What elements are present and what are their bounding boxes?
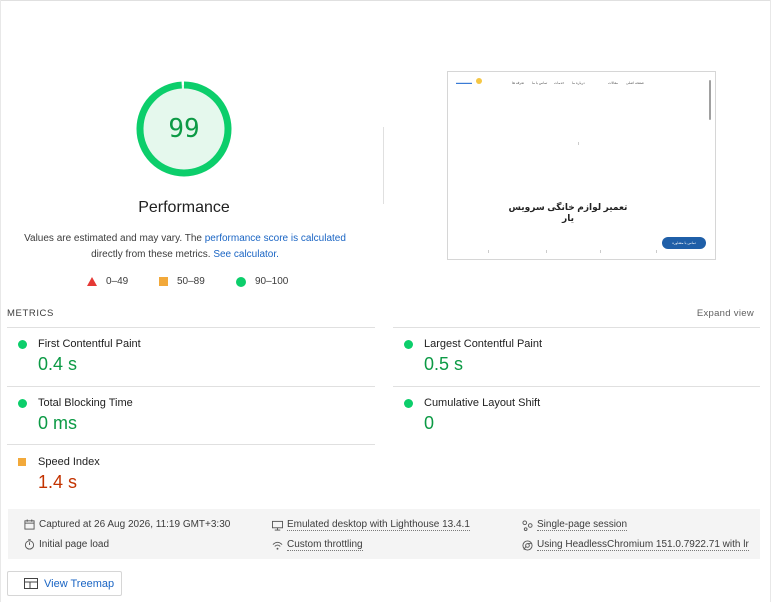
- treemap-label: View Treemap: [44, 577, 115, 590]
- performance-gauge[interactable]: 99: [136, 81, 232, 177]
- load-text: Initial page load: [39, 539, 110, 550]
- legend-pass-label: 90–100: [255, 276, 289, 287]
- browser-text: Using HeadlessChromium 151.0.7922.71 wit…: [537, 539, 749, 551]
- session-type[interactable]: Single-page session: [522, 519, 628, 531]
- score-description: Values are estimated and may vary. The p…: [20, 231, 350, 263]
- gauge-title: Performance: [138, 199, 230, 216]
- thumb-nav-item: تماس با ما: [532, 81, 548, 85]
- metric-name: Cumulative Layout Shift: [424, 397, 541, 409]
- captured-text: Captured at 26 Aug 2026, 11:19 GMT+3:30: [39, 519, 231, 530]
- throttling[interactable]: Custom throttling: [272, 539, 363, 551]
- metric-value: 0.4 s: [38, 354, 78, 374]
- pass-icon: [404, 340, 413, 349]
- legend-pass: 90–100: [236, 276, 288, 287]
- thumb-button: تماس با مشاوره: [662, 237, 706, 249]
- view-treemap-button[interactable]: View Treemap: [7, 571, 122, 596]
- metric-fcp: First Contentful Paint 0.4 s: [7, 338, 375, 383]
- thumb-nav-item: درباره ما: [572, 81, 585, 85]
- average-icon: [18, 458, 26, 466]
- metric-cls: Cumulative Layout Shift 0: [393, 397, 760, 442]
- left-border: [0, 0, 1, 602]
- thumb-dot: [600, 250, 601, 253]
- score-calculated-link[interactable]: performance score is calculated: [205, 233, 346, 244]
- metric-name: First Contentful Paint: [38, 338, 141, 350]
- legend-fail: 0–49: [87, 276, 128, 287]
- metric-name: Speed Index: [38, 456, 100, 468]
- pass-icon: [18, 340, 27, 349]
- pass-icon: [18, 399, 27, 408]
- description-middle: directly from these metrics.: [91, 249, 214, 260]
- thumb-logo-icon: [476, 78, 482, 84]
- thumb-nav-item: خدمات: [554, 81, 565, 85]
- description-prefix: Values are estimated and may vary. The: [24, 233, 205, 244]
- session-text: Single-page session: [537, 519, 628, 531]
- runtime-settings: Captured at 26 Aug 2026, 11:19 GMT+3:30 …: [8, 509, 760, 559]
- thumb-dot: [488, 250, 489, 253]
- thumb-dot: [656, 250, 657, 253]
- metrics-divider: [7, 327, 375, 328]
- thumb-nav-item: تعرفه ها: [512, 81, 525, 85]
- final-screenshot[interactable]: ▬▬▬▬ تعرفه ها تماس با ما خدمات درباره ما…: [447, 71, 716, 260]
- device-text: Emulated desktop with Lighthouse 13.4.1: [287, 519, 470, 531]
- emulated-device[interactable]: Emulated desktop with Lighthouse 13.4.1: [272, 519, 470, 531]
- thumb-logo: ▬▬▬▬: [456, 80, 472, 85]
- pass-icon: [404, 399, 413, 408]
- captured-time: Captured at 26 Aug 2026, 11:19 GMT+3:30: [24, 519, 230, 530]
- thumb-dot: [578, 142, 579, 145]
- top-border: [0, 0, 771, 1]
- triangle-icon: [87, 277, 97, 286]
- chrome-icon: [522, 539, 533, 551]
- session-icon: [522, 519, 533, 531]
- expand-view-toggle[interactable]: Expand view: [697, 308, 754, 319]
- legend-fail-label: 0–49: [106, 276, 129, 287]
- metric-value: 0.5 s: [424, 354, 464, 374]
- see-calculator-link[interactable]: See calculator.: [213, 249, 279, 260]
- metric-value: 1.4 s: [38, 472, 78, 492]
- desktop-icon: [272, 520, 283, 531]
- browser-info[interactable]: Using HeadlessChromium 151.0.7922.71 wit…: [522, 539, 749, 551]
- metric-tbt: Total Blocking Time 0 ms: [7, 397, 375, 442]
- gauge-score: 99: [168, 114, 200, 144]
- thumb-nav-item: مقالات: [608, 81, 619, 85]
- metric-value: 0: [424, 413, 435, 433]
- metric-si: Speed Index 1.4 s: [7, 456, 375, 501]
- metrics-divider: [393, 386, 760, 387]
- circle-icon: [236, 276, 246, 287]
- thumb-heading: تعمیر لوازم خانگی سرویس یار: [508, 202, 628, 223]
- metrics-divider: [393, 327, 760, 328]
- metric-name: Total Blocking Time: [38, 397, 133, 409]
- throttling-text: Custom throttling: [287, 539, 363, 551]
- calendar-icon: [24, 519, 35, 530]
- metrics-divider: [7, 444, 375, 445]
- metric-value: 0 ms: [38, 413, 78, 433]
- treemap-icon: [24, 578, 38, 589]
- legend-average-label: 50–89: [177, 276, 205, 287]
- thumb-scrollbar: [709, 80, 711, 120]
- square-icon: [159, 277, 168, 286]
- metrics-divider: [7, 386, 375, 387]
- thumb-dot: [546, 250, 547, 253]
- thumb-nav-item: صفحه اصلی: [626, 81, 644, 85]
- metrics-heading: METRICS: [7, 308, 54, 319]
- metric-lcp: Largest Contentful Paint 0.5 s: [393, 338, 760, 383]
- initial-load: Initial page load: [24, 539, 109, 550]
- vertical-divider: [383, 127, 384, 204]
- timer-icon: [24, 539, 35, 550]
- legend-average: 50–89: [159, 276, 205, 287]
- metric-name: Largest Contentful Paint: [424, 338, 543, 350]
- wifi-icon: [272, 541, 283, 550]
